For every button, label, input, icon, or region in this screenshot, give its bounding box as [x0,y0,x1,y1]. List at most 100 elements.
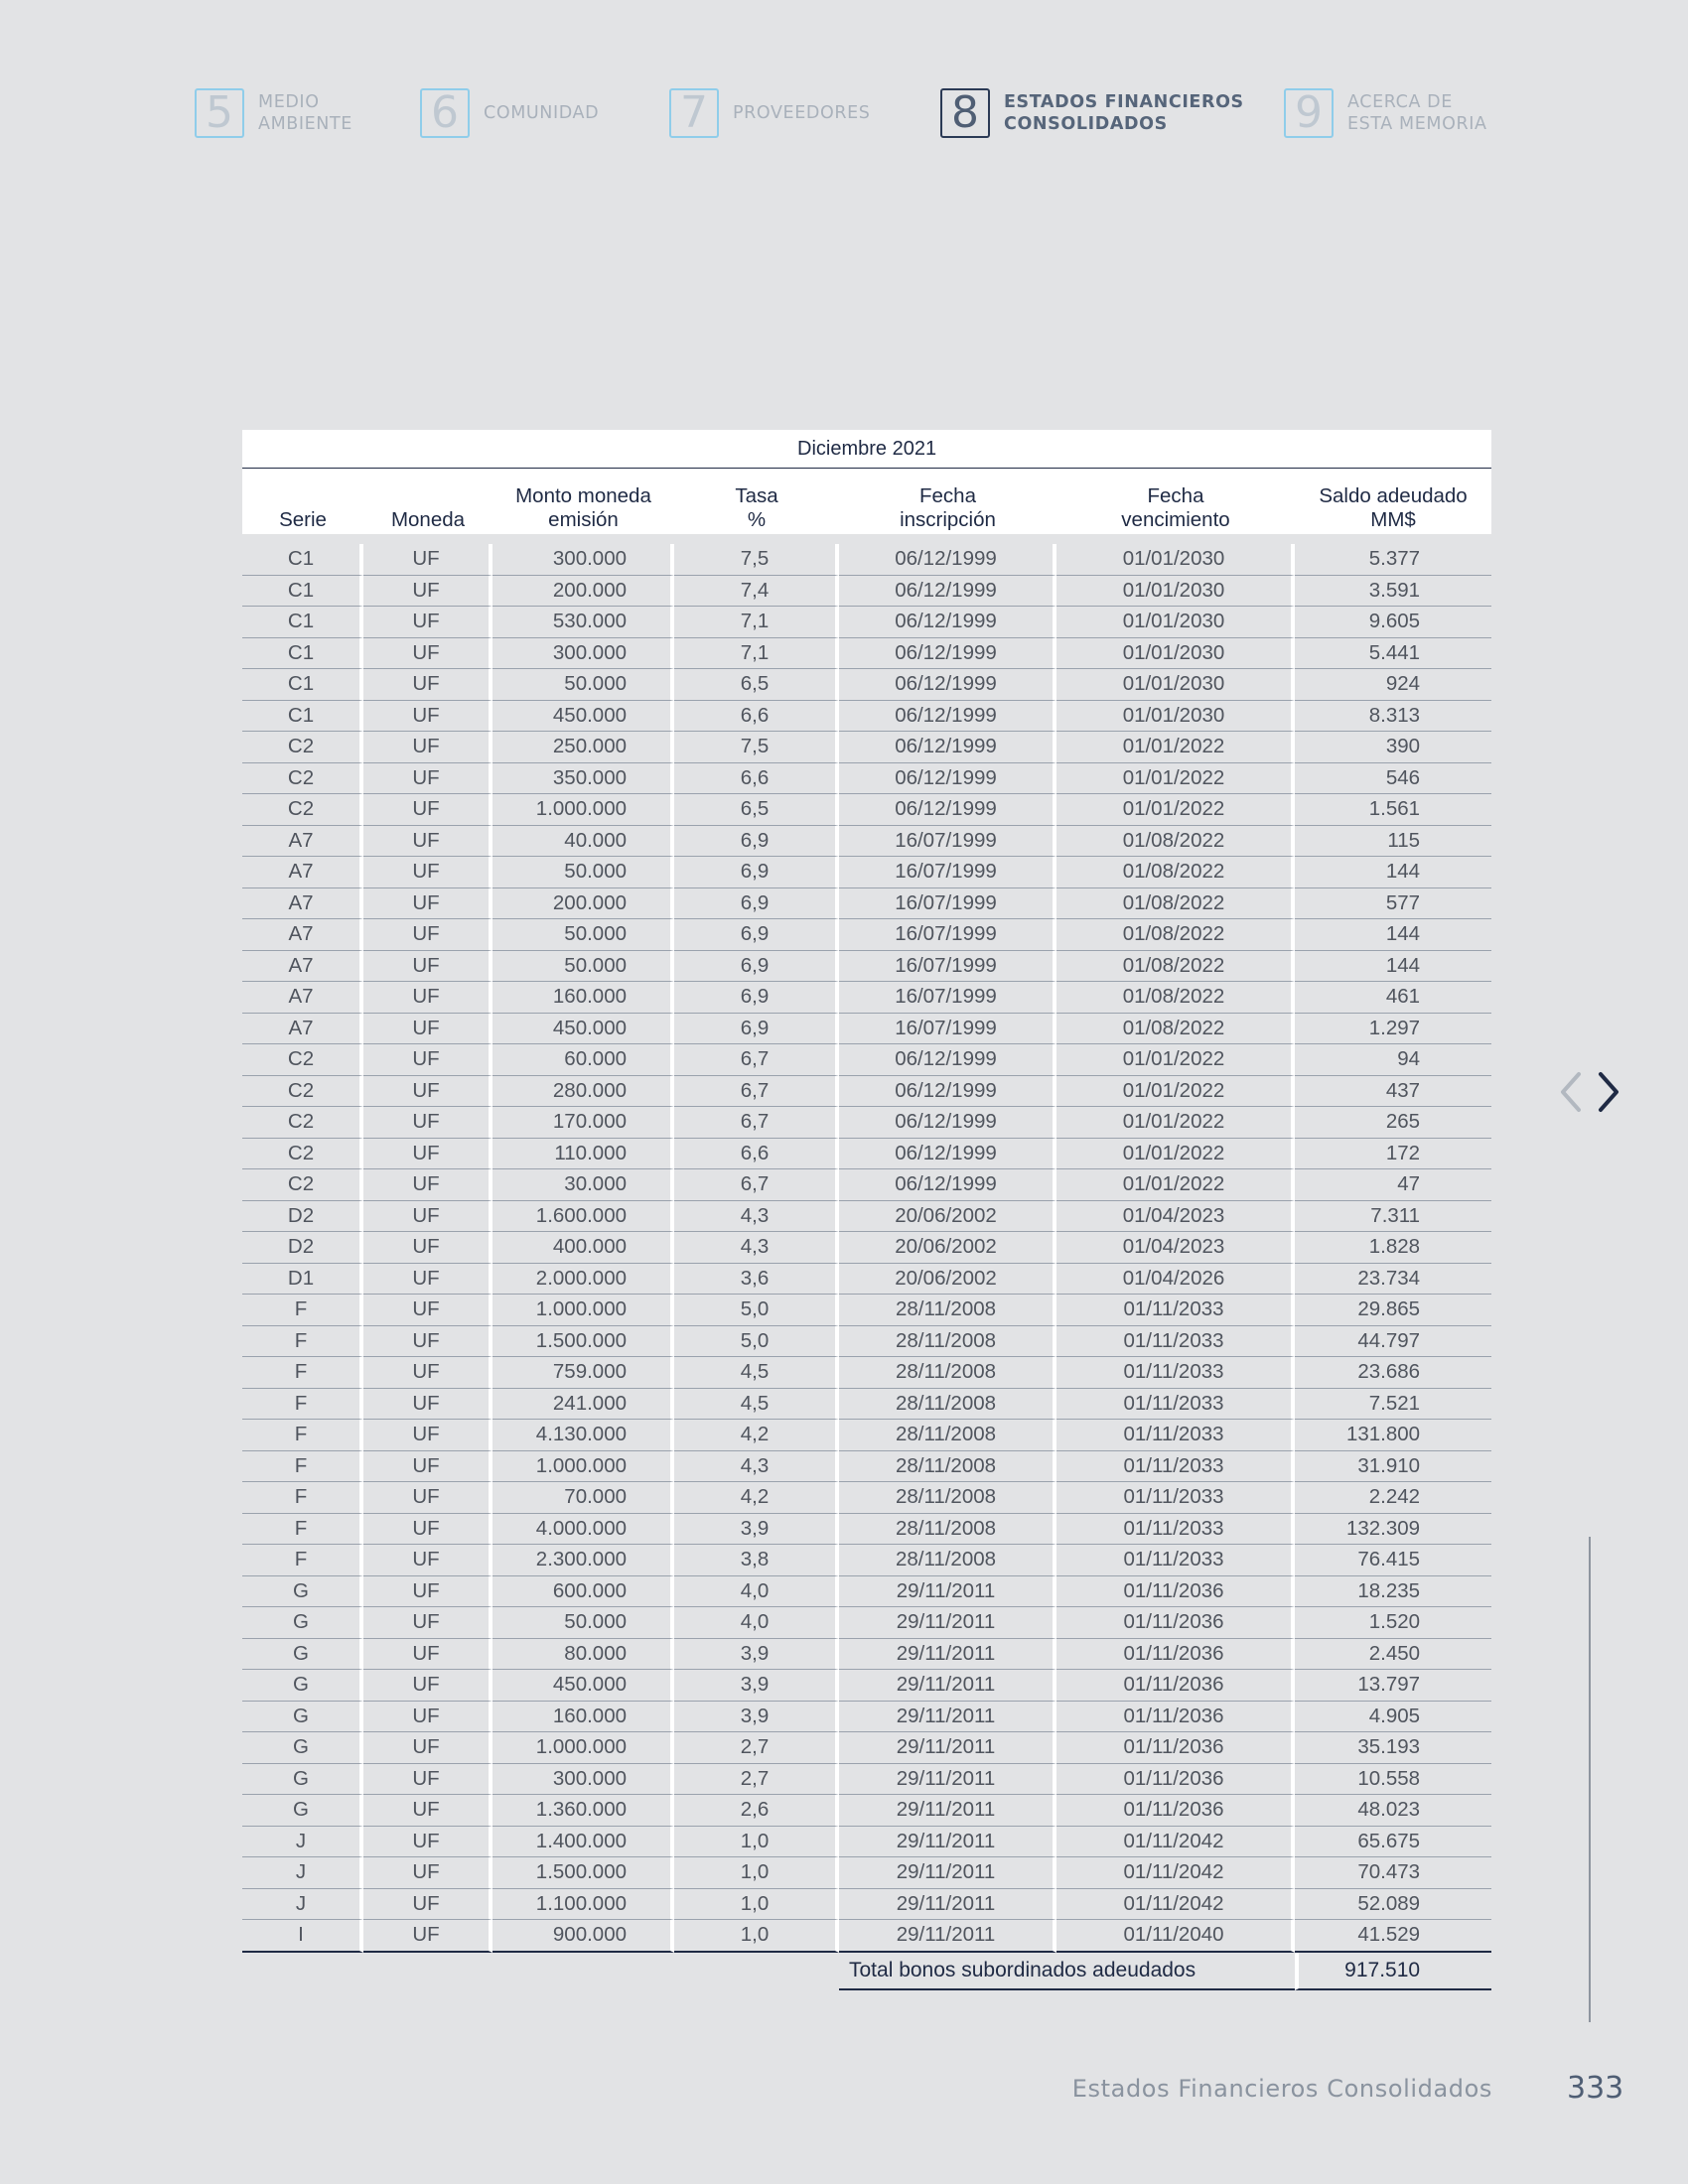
cell-serie: C2 [242,1044,363,1076]
cell-monto: 50.000 [492,857,674,888]
cell-fecha-vencimiento: 01/11/2033 [1056,1388,1295,1420]
cell-moneda: UF [363,1795,492,1827]
cell-fecha-inscripcion: 16/07/1999 [839,857,1056,888]
cell-fecha-vencimiento: 01/11/2042 [1056,1857,1295,1889]
chapter-6-label: COMUNIDAD [484,103,600,123]
cell-saldo: 70.473 [1295,1857,1492,1889]
cell-tasa: 3,9 [674,1670,839,1702]
cell-fecha-vencimiento: 01/04/2023 [1056,1232,1295,1264]
cell-tasa: 7,1 [674,607,839,638]
cell-serie: A7 [242,950,363,982]
column-header: Saldo adeudado MM$ [1295,469,1492,534]
cell-serie: G [242,1763,363,1795]
cell-fecha-vencimiento: 01/01/2030 [1056,669,1295,701]
cell-saldo: 35.193 [1295,1732,1492,1764]
table-row: C2 UF 350.000 6,6 06/12/1999 01/01/2022 546 [242,762,1492,794]
table-row: C1 UF 300.000 7,1 06/12/1999 01/01/2030 5.441 [242,637,1492,669]
cell-monto: 1.000.000 [492,1450,674,1482]
cell-fecha-vencimiento: 01/01/2030 [1056,607,1295,638]
cell-saldo: 76.415 [1295,1545,1492,1576]
cell-fecha-inscripcion: 06/12/1999 [839,700,1056,732]
chevron-left-icon[interactable] [1555,1068,1589,1116]
cell-tasa: 5,0 [674,1325,839,1357]
chapter-9-link[interactable]: 9 ACERCA DE ESTA MEMORIA [1284,86,1487,140]
cell-fecha-vencimiento: 01/01/2022 [1056,732,1295,763]
cell-saldo: 924 [1295,669,1492,701]
cell-saldo: 461 [1295,982,1492,1014]
table-row: F UF 1.000.000 5,0 28/11/2008 01/11/2033 29.86… [242,1295,1492,1326]
table-row: C1 UF 530.000 7,1 06/12/1999 01/01/2030 9.605 [242,607,1492,638]
cell-fecha-inscripcion: 28/11/2008 [839,1325,1056,1357]
bonds-table: Diciembre 2021 Serie Moneda Monto moneda… [242,430,1492,1990]
cell-moneda: UF [363,1325,492,1357]
cell-tasa: 6,7 [674,1075,839,1107]
cell-monto: 759.000 [492,1357,674,1389]
cell-tasa: 6,7 [674,1044,839,1076]
cell-serie: F [242,1482,363,1514]
cell-tasa: 2,7 [674,1763,839,1795]
column-header: Serie [242,469,363,534]
cell-monto: 241.000 [492,1388,674,1420]
cell-fecha-vencimiento: 01/08/2022 [1056,825,1295,857]
chapter-5-link[interactable]: 5 MEDIO AMBIENTE [195,86,352,140]
cell-tasa: 6,6 [674,700,839,732]
cell-tasa: 6,6 [674,762,839,794]
cell-serie: C2 [242,732,363,763]
table-row: F UF 70.000 4,2 28/11/2008 01/11/2033 2.242 [242,1482,1492,1514]
table-row: C2 UF 1.000.000 6,5 06/12/1999 01/01/2022 1.56… [242,794,1492,826]
table-row: G UF 1.000.000 2,7 29/11/2011 01/11/2036 35.19… [242,1732,1492,1764]
cell-moneda: UF [363,1200,492,1232]
cell-fecha-vencimiento: 01/11/2033 [1056,1295,1295,1326]
cell-fecha-inscripcion: 29/11/2011 [839,1670,1056,1702]
table-row: D2 UF 400.000 4,3 20/06/2002 01/04/2023 1.828 [242,1232,1492,1264]
cell-moneda: UF [363,1295,492,1326]
chapter-8-link[interactable]: 8 ESTADOS FINANCIEROS CONSOLIDADOS [940,86,1244,140]
cell-saldo: 23.686 [1295,1357,1492,1389]
cell-fecha-vencimiento: 01/01/2022 [1056,1169,1295,1201]
table-row: A7 UF 160.000 6,9 16/07/1999 01/08/2022 461 [242,982,1492,1014]
cell-tasa: 3,9 [674,1638,839,1670]
cell-saldo: 1.297 [1295,1014,1492,1044]
cell-fecha-inscripcion: 16/07/1999 [839,887,1056,919]
cell-fecha-inscripcion: 29/11/2011 [839,1607,1056,1639]
cell-moneda: UF [363,1263,492,1295]
cell-fecha-vencimiento: 01/11/2036 [1056,1607,1295,1639]
cell-monto: 450.000 [492,1013,674,1044]
cell-fecha-inscripcion: 06/12/1999 [839,732,1056,763]
table-row: G UF 80.000 3,9 29/11/2011 01/11/2036 2.450 [242,1638,1492,1670]
chapter-6-link[interactable]: 6 COMUNIDAD [420,86,599,140]
cell-saldo: 131.800 [1295,1420,1492,1451]
cell-moneda: UF [363,857,492,888]
chapter-6-number: 6 [420,88,470,138]
cell-serie: F [242,1295,363,1326]
chapter-7-link[interactable]: 7 PROVEEDORES [669,86,870,140]
cell-tasa: 1,0 [674,1920,839,1953]
cell-serie: D1 [242,1263,363,1295]
cell-fecha-inscripcion: 29/11/2011 [839,1888,1056,1920]
cell-fecha-inscripcion: 29/11/2011 [839,1638,1056,1670]
cell-fecha-inscripcion: 29/11/2011 [839,1732,1056,1764]
cell-serie: C2 [242,1138,363,1169]
cell-fecha-vencimiento: 01/01/2022 [1056,762,1295,794]
cell-fecha-vencimiento: 01/08/2022 [1056,950,1295,982]
table-row: A7 UF 200.000 6,9 16/07/1999 01/08/2022 577 [242,887,1492,919]
cell-serie: C1 [242,607,363,638]
cell-fecha-vencimiento: 01/11/2036 [1056,1763,1295,1795]
cell-monto: 1.400.000 [492,1826,674,1857]
cell-fecha-vencimiento: 01/01/2030 [1056,575,1295,607]
cell-moneda: UF [363,1545,492,1576]
cell-tasa: 4,5 [674,1388,839,1420]
table-row: G UF 300.000 2,7 29/11/2011 01/11/2036 10.558 [242,1763,1492,1795]
column-header: Moneda [363,469,492,534]
cell-monto: 350.000 [492,762,674,794]
cell-serie: D2 [242,1200,363,1232]
cell-moneda: UF [363,1107,492,1139]
cell-fecha-inscripcion: 06/12/1999 [839,669,1056,701]
cell-saldo: 9.605 [1295,607,1492,638]
cell-serie: F [242,1513,363,1545]
chevron-right-icon[interactable] [1593,1068,1626,1116]
cell-serie: F [242,1325,363,1357]
cell-fecha-inscripcion: 29/11/2011 [839,1826,1056,1857]
table-row: F UF 759.000 4,5 28/11/2008 01/11/2033 23.686 [242,1357,1492,1389]
cell-serie: A7 [242,857,363,888]
